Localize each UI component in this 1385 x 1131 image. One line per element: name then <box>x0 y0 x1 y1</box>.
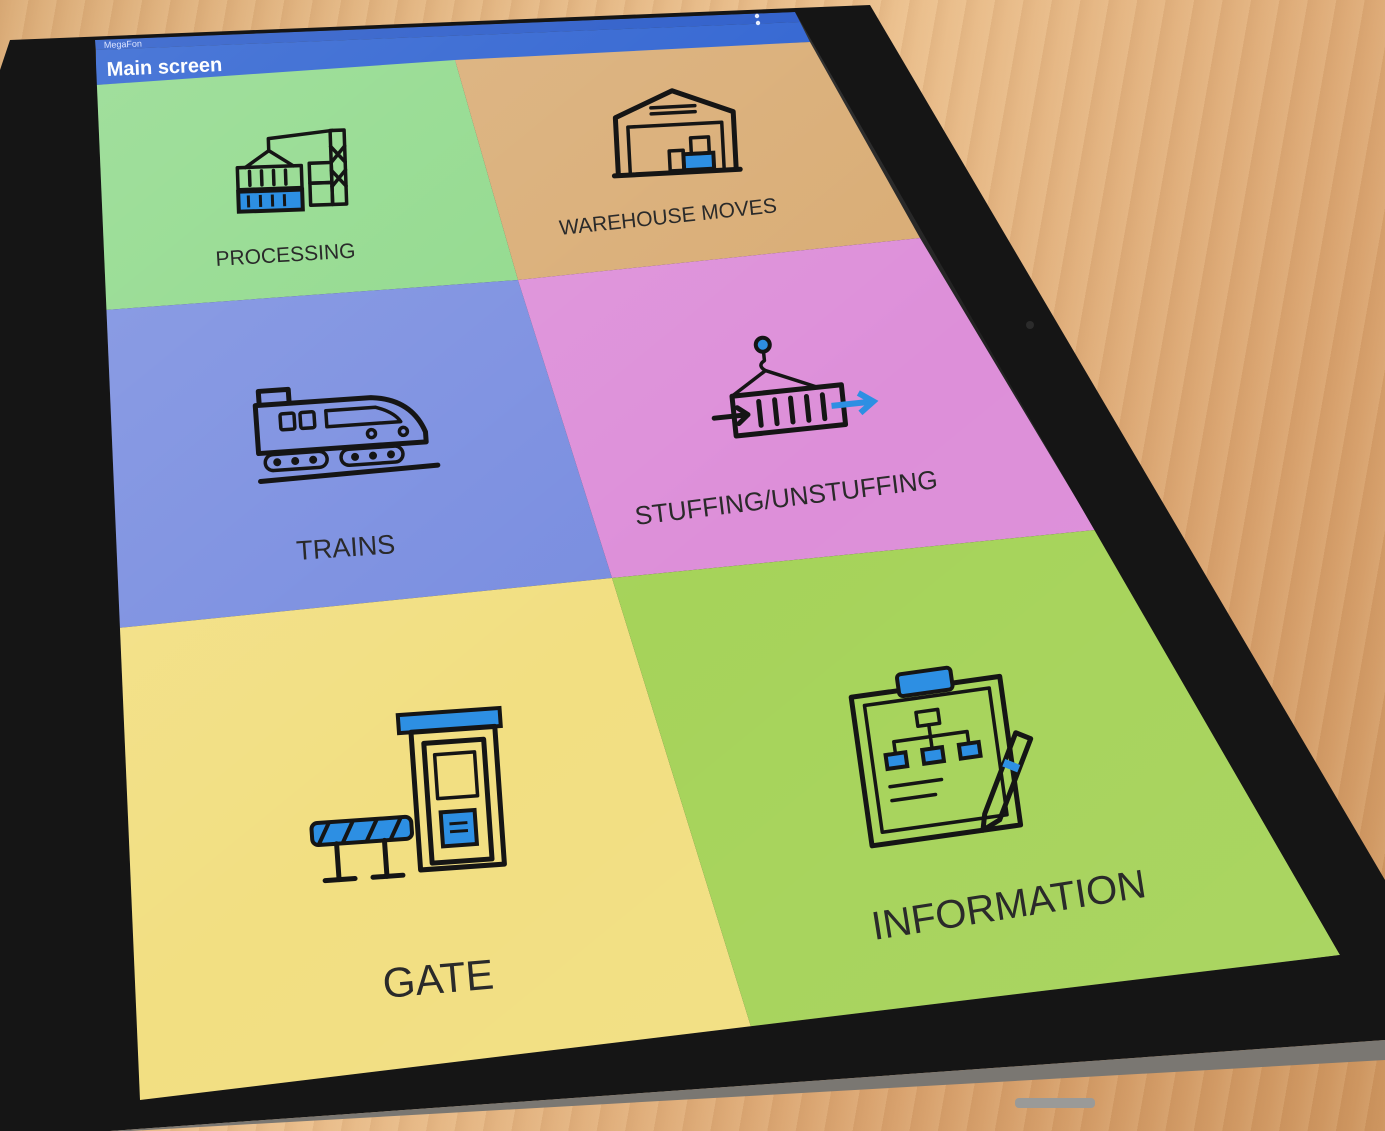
tablet-scene: MegaFon Main screen PROCESSING WAREHOUSE… <box>0 0 1385 1131</box>
status-carrier: MegaFon <box>104 39 142 50</box>
tile-label-gate: GATE <box>381 950 496 1007</box>
overflow-menu-icon[interactable] <box>754 13 760 19</box>
tablet-photo: MegaFon Main screen PROCESSING WAREHOUSE… <box>0 5 1385 1131</box>
front-camera <box>1026 321 1034 329</box>
tablet-button <box>1015 1098 1095 1108</box>
